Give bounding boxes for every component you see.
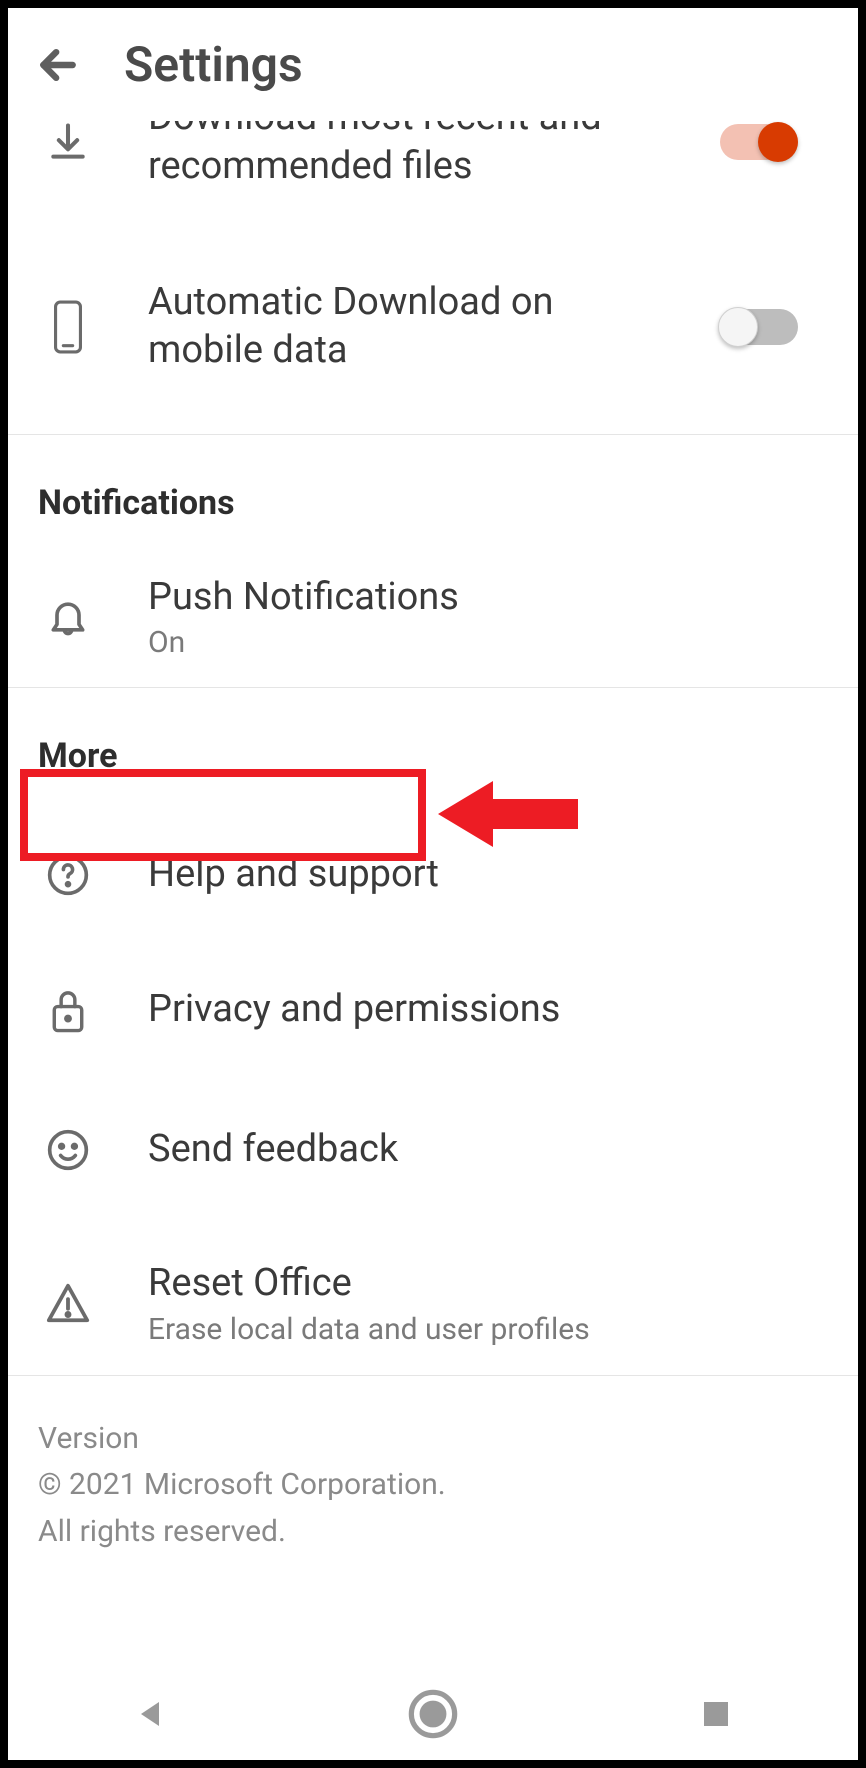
phone-icon <box>38 299 98 355</box>
setting-feedback[interactable]: Send feedback <box>8 1100 858 1200</box>
reset-label: Reset Office <box>148 1260 828 1308</box>
reset-sub: Erase local data and user profiles <box>148 1312 828 1347</box>
page-title: Settings <box>124 36 303 93</box>
push-sub: On <box>148 625 828 660</box>
rights-label: All rights reserved. <box>38 1509 828 1556</box>
copyright-label: © 2021 Microsoft Corporation. <box>38 1462 828 1509</box>
privacy-label: Privacy and permissions <box>148 986 828 1034</box>
toggle-download-recent[interactable] <box>720 124 798 160</box>
help-label: Help and support <box>148 851 828 899</box>
toggle-auto-mobile[interactable] <box>720 309 798 345</box>
arrow-left-icon <box>36 43 80 87</box>
section-heading-notifications: Notifications <box>8 435 858 547</box>
setting-auto-mobile[interactable]: Automatic Download on mobile data <box>8 219 858 434</box>
setting-push-notifications[interactable]: Push Notifications On <box>8 547 858 687</box>
back-button[interactable] <box>32 39 84 91</box>
setting-reset-office[interactable]: Reset Office Erase local data and user p… <box>8 1240 858 1367</box>
bell-icon <box>38 595 98 639</box>
footer: Version © 2021 Microsoft Corporation. Al… <box>8 1375 858 1576</box>
setting-privacy[interactable]: Privacy and permissions <box>8 960 858 1060</box>
push-label: Push Notifications <box>148 574 828 622</box>
nav-recents-button[interactable] <box>686 1684 746 1744</box>
feedback-label: Send feedback <box>148 1126 828 1174</box>
setting-download-recent[interactable]: Download most recent and recommended fil… <box>8 121 858 212</box>
header-bar: Settings <box>8 8 858 117</box>
system-nav-bar <box>8 1668 858 1760</box>
section-heading-more: More <box>8 688 858 800</box>
help-icon <box>38 853 98 897</box>
version-label: Version <box>38 1416 828 1463</box>
nav-home-button[interactable] <box>403 1684 463 1744</box>
download-icon <box>38 121 98 164</box>
setting-auto-mobile-label: Automatic Download on mobile data <box>148 279 670 374</box>
setting-download-recent-label: Download most recent and recommended fil… <box>148 121 670 192</box>
setting-help-support[interactable]: Help and support <box>8 830 858 920</box>
setting-download-recent-clipped: Download most recent and recommended fil… <box>8 121 858 219</box>
smile-icon <box>38 1128 98 1172</box>
warning-icon <box>38 1280 98 1326</box>
lock-icon <box>38 986 98 1034</box>
nav-back-button[interactable] <box>120 1684 180 1744</box>
